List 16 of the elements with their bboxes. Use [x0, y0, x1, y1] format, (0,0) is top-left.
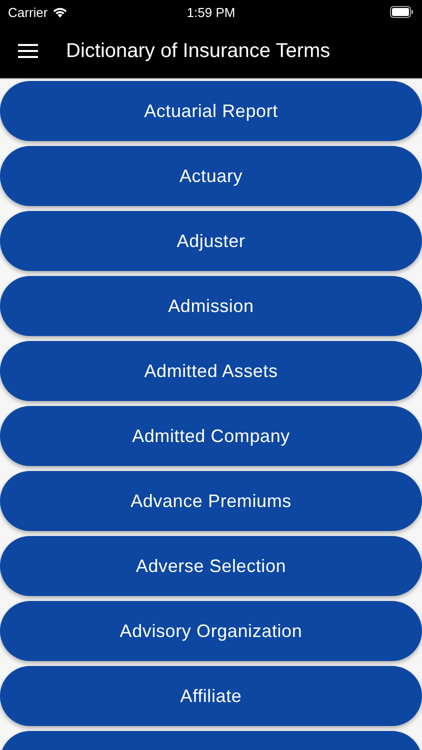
term-button[interactable]: Actuary [0, 146, 422, 206]
term-button[interactable]: Adverse Selection [0, 536, 422, 596]
term-button[interactable]: Admitted Assets [0, 341, 422, 401]
carrier-name: Carrier [8, 4, 48, 20]
term-button[interactable]: Admission [0, 276, 422, 336]
clock-time: 1:59 PM [186, 4, 236, 20]
term-button[interactable]: Advisory Organization [0, 601, 422, 661]
battery-icon [390, 6, 414, 18]
app-title: Dictionary of Insurance Terms [66, 40, 330, 62]
term-button[interactable]: Advance Premiums [0, 471, 422, 531]
menu-icon[interactable] [18, 44, 38, 58]
term-button[interactable]: Adjuster [0, 211, 422, 271]
wifi-icon [52, 6, 68, 18]
term-button[interactable]: Actuarial Report [0, 81, 422, 141]
term-button[interactable]: Affiliate [0, 666, 422, 726]
term-button[interactable]: Admitted Company [0, 406, 422, 466]
